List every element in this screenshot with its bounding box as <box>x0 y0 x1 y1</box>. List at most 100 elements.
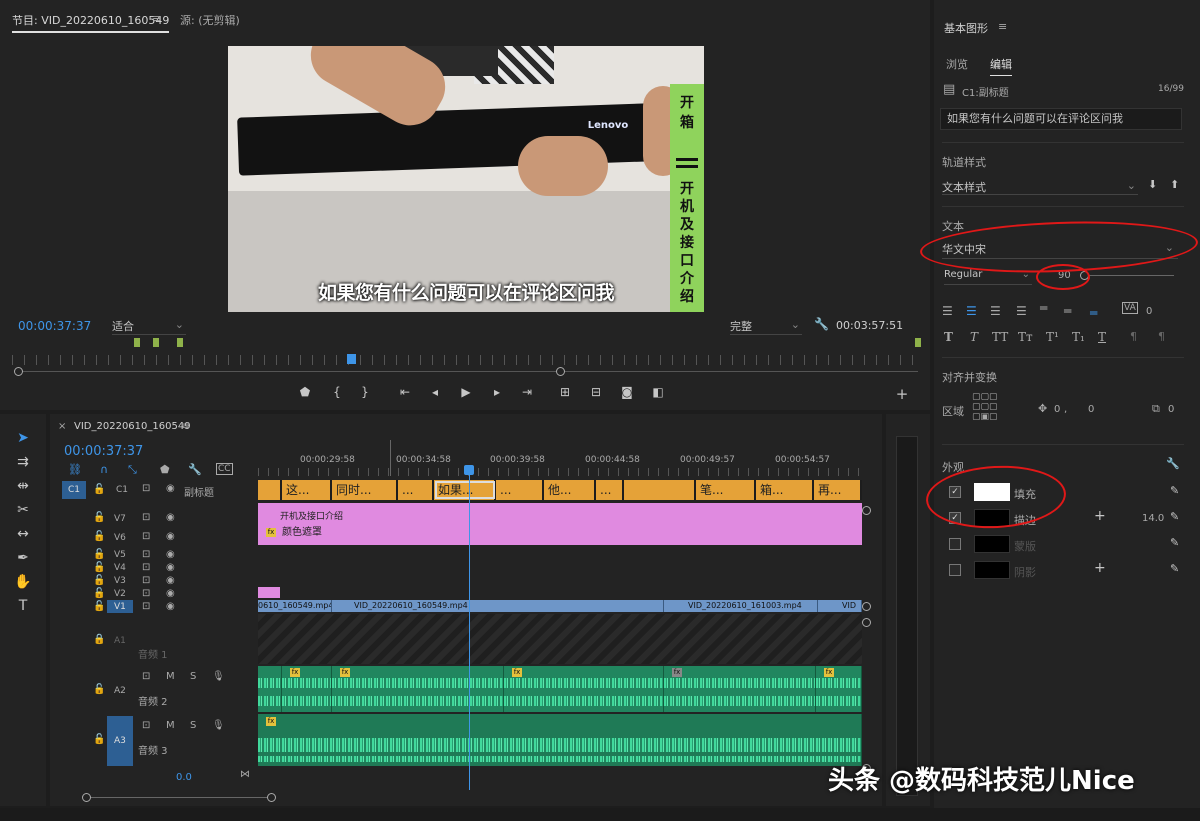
align-left-icon[interactable]: ☰ <box>942 304 953 318</box>
video-clip[interactable]: VID_20220610_160549.mp4 <box>332 600 664 612</box>
eye-icon[interactable]: ◉ <box>166 575 175 586</box>
solo-button[interactable]: S <box>190 671 196 682</box>
caption-clip-selected[interactable]: 如果... <box>434 480 496 500</box>
step-forward-icon[interactable]: ▸ <box>488 385 506 399</box>
video-clip[interactable]: VID <box>818 600 862 612</box>
play-icon[interactable]: ▶ <box>457 385 475 399</box>
justify-icon[interactable]: ☰ <box>1016 304 1027 318</box>
bold-icon[interactable]: T <box>944 330 953 344</box>
wrench-icon[interactable]: 🔧 <box>814 317 829 331</box>
eyedropper-icon[interactable]: ✎ <box>1170 562 1179 575</box>
lock-icon[interactable]: 🔓 <box>93 601 105 612</box>
lock-icon[interactable]: 🔒 <box>93 634 105 645</box>
sync-lock-icon[interactable]: ⊡ <box>142 601 150 612</box>
eye-icon[interactable]: ◉ <box>166 601 175 612</box>
pen-tool-icon[interactable]: ✒ <box>12 550 34 570</box>
shadow-color-swatch[interactable] <box>974 561 1010 579</box>
add-stroke-icon[interactable]: + <box>1094 508 1106 524</box>
text-input[interactable]: 如果您有什么问题可以在评论区问我 <box>940 108 1182 130</box>
nest-icon[interactable]: ⛓ <box>68 463 82 476</box>
caption-clip[interactable]: 这... <box>282 480 332 500</box>
eyedropper-icon[interactable]: ✎ <box>1170 510 1179 523</box>
graphic-clip-v2[interactable] <box>258 587 280 598</box>
lock-icon[interactable]: 🔓 <box>93 512 105 523</box>
captions-icon[interactable]: CC <box>216 463 233 475</box>
audio-clip[interactable] <box>504 666 664 712</box>
step-back-icon[interactable]: ◂ <box>426 385 444 399</box>
caption-clip[interactable]: 再... <box>814 480 862 500</box>
scroll-handle-right[interactable] <box>556 367 565 376</box>
sync-lock-icon[interactable]: ⊡ <box>142 720 150 731</box>
video-clip[interactable]: VID_20220610_161003.mp4 <box>664 600 818 612</box>
go-to-end-icon[interactable]: ⋈ <box>240 769 250 780</box>
timeline-hscroll[interactable] <box>86 797 272 798</box>
go-to-out-icon[interactable]: ⇥ <box>518 385 536 399</box>
align-top-icon[interactable]: ═ <box>1040 301 1047 315</box>
sync-lock-icon[interactable]: ⊡ <box>142 575 150 586</box>
linked-selection-icon[interactable]: ⤡ <box>128 463 137 477</box>
background-checkbox[interactable] <box>949 538 961 550</box>
scroll-handle-left[interactable] <box>82 793 91 802</box>
lock-icon[interactable]: 🔓 <box>93 588 105 599</box>
add-marker-icon[interactable]: ⬟ <box>296 385 314 399</box>
mark-out-icon[interactable]: } <box>356 385 374 399</box>
audio-clip[interactable] <box>664 666 816 712</box>
align-center-icon[interactable]: ☰ <box>966 304 977 318</box>
stroke-width[interactable]: 14.0 <box>1142 513 1164 524</box>
lock-icon[interactable]: 🔓 <box>93 734 105 745</box>
track-style-dropdown[interactable]: 文本样式 ⌄ <box>942 179 1138 195</box>
sync-lock-icon[interactable]: ⊡ <box>142 588 150 599</box>
align-right-icon[interactable]: ☰ <box>990 304 1001 318</box>
scroll-handle-left[interactable] <box>14 367 23 376</box>
vscroll-handle[interactable] <box>862 602 871 611</box>
caption-clip[interactable] <box>624 480 696 500</box>
align-grid-icon[interactable]: ▢▢▢ ▢▢▢ ▢▣▢ <box>972 392 998 422</box>
microphone-icon[interactable]: 🎙 <box>212 720 225 731</box>
caption-clip[interactable]: ... <box>596 480 624 500</box>
caption-clip[interactable]: 同时... <box>332 480 398 500</box>
eye-icon[interactable]: ◉ <box>166 483 175 494</box>
eye-icon[interactable]: ◉ <box>166 549 175 560</box>
video-preview[interactable]: Lenovo 开 箱 开 机 及 接 口 介 绍 如果您有什么问题可以在评论区问… <box>228 46 704 312</box>
snap-icon[interactable]: ∩ <box>100 463 108 476</box>
eyedropper-icon[interactable]: ✎ <box>1170 484 1179 497</box>
slip-tool-icon[interactable]: ↔ <box>12 526 34 546</box>
audio-clip-music[interactable] <box>258 714 862 766</box>
type-tool-icon[interactable]: T <box>12 598 34 618</box>
caption-clip[interactable]: 他... <box>544 480 596 500</box>
close-icon[interactable]: × <box>58 421 66 432</box>
timeline-playhead-head[interactable] <box>464 465 474 475</box>
push-style-down-icon[interactable]: ⬇ <box>1148 178 1157 191</box>
eye-icon[interactable]: ◉ <box>166 562 175 573</box>
zoom-fit-dropdown[interactable]: 适合 ⌄ <box>112 318 186 335</box>
graphic-clip-v8[interactable] <box>258 503 862 511</box>
caption-clip[interactable]: ... <box>398 480 434 500</box>
audio-clip[interactable] <box>816 666 862 712</box>
subscript-icon[interactable]: T₁ <box>1072 330 1085 344</box>
caption-clip[interactable]: 笔... <box>696 480 756 500</box>
master-volume[interactable]: 0.0 <box>176 772 192 783</box>
lock-icon[interactable]: 🔓 <box>93 562 105 573</box>
sync-lock-icon[interactable]: ⊡ <box>142 531 150 542</box>
lock-icon[interactable]: 🔓 <box>93 575 105 586</box>
tab-edit[interactable]: 编辑 <box>990 56 1012 76</box>
position-icon[interactable]: ✥ <box>1038 402 1047 415</box>
eye-icon[interactable]: ◉ <box>166 588 175 599</box>
eye-icon[interactable]: ◉ <box>166 512 175 523</box>
vscroll-handle[interactable] <box>862 618 871 627</box>
sync-lock-icon[interactable]: ⊡ <box>142 562 150 573</box>
position-x[interactable]: 0 <box>1054 404 1060 415</box>
background-color-swatch[interactable] <box>974 535 1010 553</box>
selection-tool-icon[interactable]: ➤ <box>12 430 34 450</box>
hand-tool-icon[interactable]: ✋ <box>12 574 34 594</box>
microphone-icon[interactable]: 🎙 <box>212 671 225 682</box>
marker[interactable] <box>153 338 159 347</box>
playhead-indicator[interactable] <box>347 354 356 364</box>
solo-button[interactable]: S <box>190 720 196 731</box>
scroll-handle-right[interactable] <box>267 793 276 802</box>
monitor-ruler[interactable] <box>12 355 918 365</box>
sync-lock-icon[interactable]: ⊡ <box>142 483 150 494</box>
shadow-checkbox[interactable] <box>949 564 961 576</box>
panel-menu-icon[interactable]: ≡ <box>182 421 190 432</box>
position-y[interactable]: 0 <box>1088 404 1094 415</box>
